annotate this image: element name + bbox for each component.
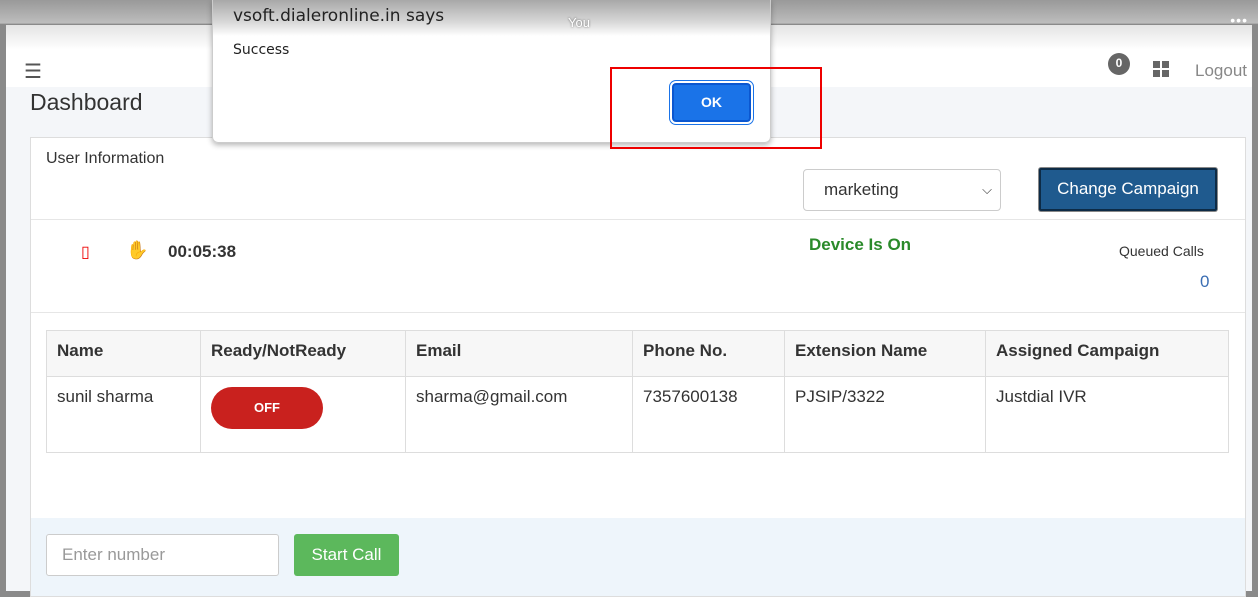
queued-calls-count: 0	[1200, 272, 1210, 291]
mobile-phone-icon[interactable]: ▯	[81, 242, 90, 262]
campaign-select-value: marketing	[824, 180, 899, 199]
column-header: Extension Name	[784, 330, 986, 377]
page-title: Dashboard	[30, 89, 143, 115]
column-header: Email	[405, 330, 633, 377]
card-title: User Information	[46, 150, 165, 167]
call-timer: 00:05:38	[168, 242, 237, 261]
logout-link[interactable]: Logout	[1195, 61, 1247, 81]
hamburger-menu-icon[interactable]: ☰	[24, 59, 42, 84]
table-row: sunil sharma OFF sharma@gmail.com 735760…	[46, 376, 1229, 453]
divider	[31, 219, 1245, 220]
change-campaign-button[interactable]: Change Campaign	[1039, 168, 1217, 211]
cell-campaign: Justdial IVR	[985, 376, 1229, 453]
ready-toggle-button[interactable]: OFF	[211, 387, 323, 429]
chevron-down-icon: ⌵	[982, 182, 992, 197]
campaign-select[interactable]: marketing ⌵	[803, 169, 1001, 211]
phone-number-input[interactable]	[46, 534, 279, 576]
cell-name: sunil sharma	[46, 376, 201, 453]
queued-calls-label: Queued Calls	[1119, 243, 1204, 259]
apps-grid-icon[interactable]	[1153, 61, 1169, 77]
highlight-box	[610, 67, 822, 149]
dialog-title: vsoft.dialeronline.in says	[233, 6, 445, 26]
column-header: Name	[46, 330, 201, 377]
notification-badge[interactable]: 0	[1108, 53, 1130, 75]
start-call-button[interactable]: Start Call	[294, 534, 399, 576]
overlay-label: You	[568, 15, 590, 30]
divider	[31, 312, 1245, 313]
hand-icon[interactable]: ✋	[126, 240, 148, 261]
cell-phone: 7357600138	[632, 376, 785, 453]
cell-extension: PJSIP/3322	[784, 376, 986, 453]
device-status: Device Is On	[809, 235, 912, 254]
user-table: Name Ready/NotReady Email Phone No. Exte…	[46, 330, 1229, 453]
column-header: Assigned Campaign	[985, 330, 1229, 377]
user-information-card: User Information marketing ⌵ Change Campa…	[30, 137, 1246, 597]
dialog-message: Success	[233, 42, 290, 58]
column-header: Phone No.	[632, 330, 785, 377]
cell-status: OFF	[200, 376, 406, 453]
column-header: Ready/NotReady	[200, 330, 406, 377]
call-panel: Start Call	[31, 518, 1245, 596]
cell-email: sharma@gmail.com	[405, 376, 633, 453]
